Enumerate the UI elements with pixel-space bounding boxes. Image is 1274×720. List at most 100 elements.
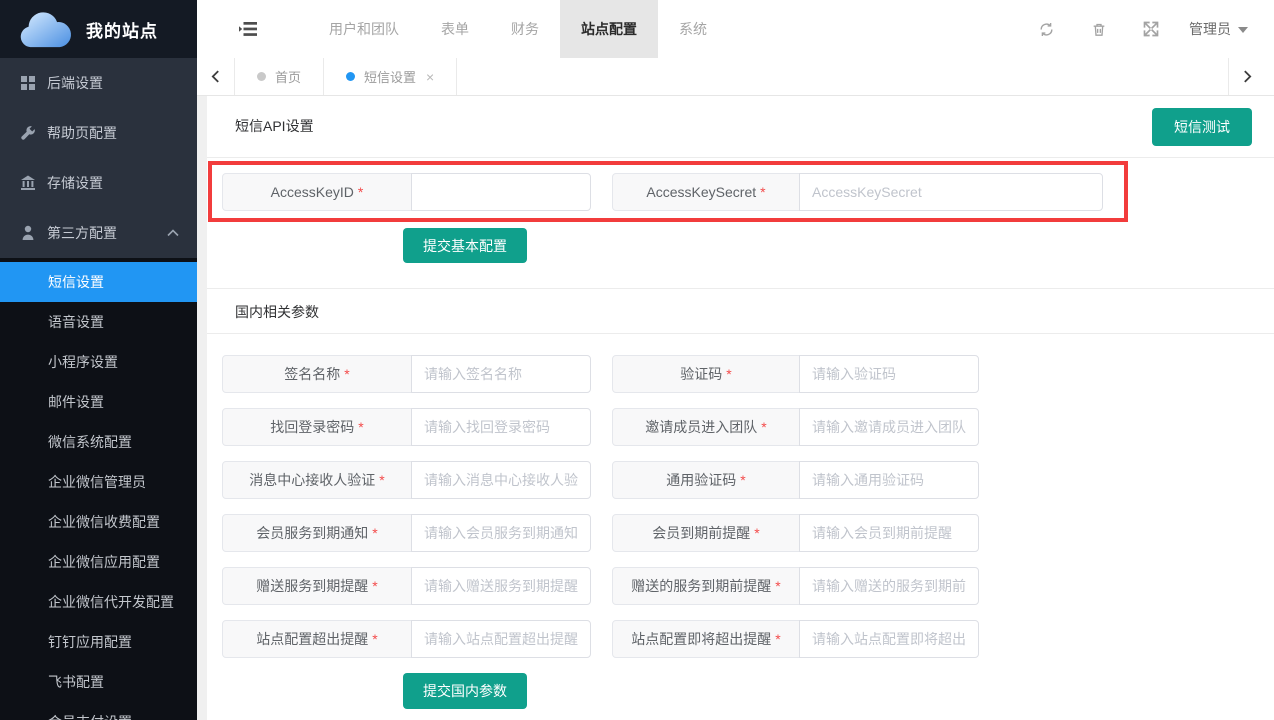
gift-service-expire-input[interactable] xyxy=(411,567,591,605)
form-row: 消息中心接收人验证 * 通用验证码 * xyxy=(197,461,1274,499)
member-expire-notice-input[interactable] xyxy=(411,514,591,552)
nav-item-users-teams[interactable]: 用户和团队 xyxy=(308,0,420,58)
verify-code-input[interactable] xyxy=(799,355,979,393)
field-label: 会员到期前提醒 * xyxy=(612,514,800,552)
sidebar-item-storage-settings[interactable]: 存储设置 xyxy=(0,158,197,208)
required-marker: * xyxy=(760,184,765,200)
submit-domestic-params-button[interactable]: 提交国内参数 xyxy=(403,673,527,709)
sidebar-item-feishu-config[interactable]: 飞书配置 xyxy=(0,662,197,702)
member-pre-expire-remind-input[interactable] xyxy=(799,514,979,552)
submit-basic-config-button[interactable]: 提交基本配置 xyxy=(403,228,527,263)
sidebar-item-backend-settings[interactable]: 后端设置 xyxy=(0,58,197,108)
app-window: 我的站点 后端设置 帮助页配置 存储设置 xyxy=(0,0,1274,720)
main-content: 短信API设置 短信测试 AccessKeyID * AccessKeySecr… xyxy=(197,96,1274,720)
site-config-about-exceed-input[interactable] xyxy=(799,620,979,658)
tab-label: 短信设置 xyxy=(364,67,416,86)
sidebar-item-wecom-billing-config[interactable]: 企业微信收费配置 xyxy=(0,502,197,542)
tab-bar: 首页 短信设置 × xyxy=(197,58,1274,96)
tabs-scroll-right-button[interactable] xyxy=(1228,58,1266,95)
field-label-text: 站点配置即将超出提醒 xyxy=(631,629,771,649)
sidebar-item-dingtalk-app-config[interactable]: 钉钉应用配置 xyxy=(0,622,197,662)
sidebar-item-wecom-admin[interactable]: 企业微信管理员 xyxy=(0,462,197,502)
person-icon xyxy=(20,225,36,241)
accesskeyid-field-group: AccessKeyID * xyxy=(222,173,591,211)
cloud-logo-icon xyxy=(16,10,74,48)
nav-item-forms[interactable]: 表单 xyxy=(420,0,490,58)
trash-icon[interactable] xyxy=(1091,21,1107,38)
field-label: AccessKeySecret * xyxy=(612,173,800,211)
signature-name-input[interactable] xyxy=(411,355,591,393)
message-center-verify-field-group: 消息中心接收人验证 * xyxy=(222,461,591,499)
accesskeyid-input[interactable] xyxy=(411,173,591,211)
nav-item-site-config[interactable]: 站点配置 xyxy=(560,0,658,58)
required-marker: * xyxy=(775,631,780,647)
tab-label: 首页 xyxy=(275,67,301,86)
required-marker: * xyxy=(754,525,759,541)
sidebar-item-help-page-config[interactable]: 帮助页配置 xyxy=(0,108,197,158)
nav-item-system[interactable]: 系统 xyxy=(658,0,728,58)
user-menu[interactable]: 管理员 xyxy=(1189,19,1248,39)
form-row: 赠送服务到期提醒 * 赠送的服务到期前提醒 * xyxy=(197,567,1274,605)
sidebar-submenu: 短信设置 语音设置 小程序设置 邮件设置 微信系统配置 企业微信管理员 企业微信… xyxy=(0,258,197,720)
bank-icon xyxy=(20,175,36,191)
accesskeysecret-input[interactable] xyxy=(799,173,1103,211)
required-marker: * xyxy=(740,472,745,488)
sidebar-item-label: 第三方配置 xyxy=(47,223,167,243)
sidebar-item-label: 帮助页配置 xyxy=(47,123,179,143)
general-verify-code-input[interactable] xyxy=(799,461,979,499)
section-title-sms-api: 短信API设置 xyxy=(235,116,314,136)
tab-home[interactable]: 首页 xyxy=(235,58,324,95)
field-label: 会员服务到期通知 * xyxy=(222,514,412,552)
sidebar-item-member-payment-settings[interactable]: 会员支付设置 xyxy=(0,702,197,720)
accesskeysecret-field-group: AccessKeySecret * xyxy=(612,173,1103,211)
gift-service-pre-expire-field-group: 赠送的服务到期前提醒 * xyxy=(612,567,979,605)
grid-icon xyxy=(20,75,36,91)
sidebar: 我的站点 后端设置 帮助页配置 存储设置 xyxy=(0,0,197,720)
field-label-text: 消息中心接收人验证 xyxy=(249,470,375,490)
field-label: 验证码 * xyxy=(612,355,800,393)
required-marker: * xyxy=(372,525,377,541)
site-config-about-exceed-field-group: 站点配置即将超出提醒 * xyxy=(612,620,979,658)
field-label: 签名名称 * xyxy=(222,355,412,393)
fullscreen-icon[interactable] xyxy=(1143,21,1159,37)
field-label-text: 验证码 xyxy=(680,364,722,384)
field-label-text: 赠送的服务到期前提醒 xyxy=(631,576,771,596)
section-title-domestic-params: 国内相关参数 xyxy=(235,302,319,322)
nav-item-finance[interactable]: 财务 xyxy=(490,0,560,58)
sidebar-item-miniprogram-settings[interactable]: 小程序设置 xyxy=(0,342,197,382)
field-label-text: 签名名称 xyxy=(284,364,340,384)
retrieve-password-input[interactable] xyxy=(411,408,591,446)
invite-member-field-group: 邀请成员进入团队 * xyxy=(612,408,979,446)
message-center-verify-input[interactable] xyxy=(411,461,591,499)
sidebar-item-voice-settings[interactable]: 语音设置 xyxy=(0,302,197,342)
retrieve-password-field-group: 找回登录密码 * xyxy=(222,408,591,446)
site-config-exceed-input[interactable] xyxy=(411,620,591,658)
field-label: 赠送服务到期提醒 * xyxy=(222,567,412,605)
required-marker: * xyxy=(358,184,363,200)
refresh-icon[interactable] xyxy=(1038,21,1055,38)
required-marker: * xyxy=(372,578,377,594)
sidebar-item-thirdparty-config[interactable]: 第三方配置 xyxy=(0,208,197,258)
close-icon[interactable]: × xyxy=(426,69,434,85)
gift-service-pre-expire-input[interactable] xyxy=(799,567,979,605)
field-label: 找回登录密码 * xyxy=(222,408,412,446)
field-label: 邀请成员进入团队 * xyxy=(612,408,800,446)
sidebar-item-wecom-dev-config[interactable]: 企业微信代开发配置 xyxy=(0,582,197,622)
sidebar-item-wechat-system-config[interactable]: 微信系统配置 xyxy=(0,422,197,462)
field-label: 消息中心接收人验证 * xyxy=(222,461,412,499)
sidebar-item-wecom-app-config[interactable]: 企业微信应用配置 xyxy=(0,542,197,582)
divider xyxy=(207,288,1274,289)
sidebar-item-sms-settings[interactable]: 短信设置 xyxy=(0,262,197,302)
sidebar-menu: 后端设置 帮助页配置 存储设置 第三方配置 xyxy=(0,58,197,258)
tab-sms-settings[interactable]: 短信设置 × xyxy=(324,58,457,95)
required-marker: * xyxy=(726,366,731,382)
menu-fold-icon[interactable] xyxy=(239,21,258,37)
site-logo[interactable]: 我的站点 xyxy=(0,0,197,58)
field-label: 通用验证码 * xyxy=(612,461,800,499)
tabs-scroll-left-button[interactable] xyxy=(197,58,235,95)
sidebar-item-mail-settings[interactable]: 邮件设置 xyxy=(0,382,197,422)
invite-member-input[interactable] xyxy=(799,408,979,446)
field-label-text: 赠送服务到期提醒 xyxy=(256,576,368,596)
sms-test-button[interactable]: 短信测试 xyxy=(1152,108,1252,146)
tab-dot-icon xyxy=(346,72,355,81)
